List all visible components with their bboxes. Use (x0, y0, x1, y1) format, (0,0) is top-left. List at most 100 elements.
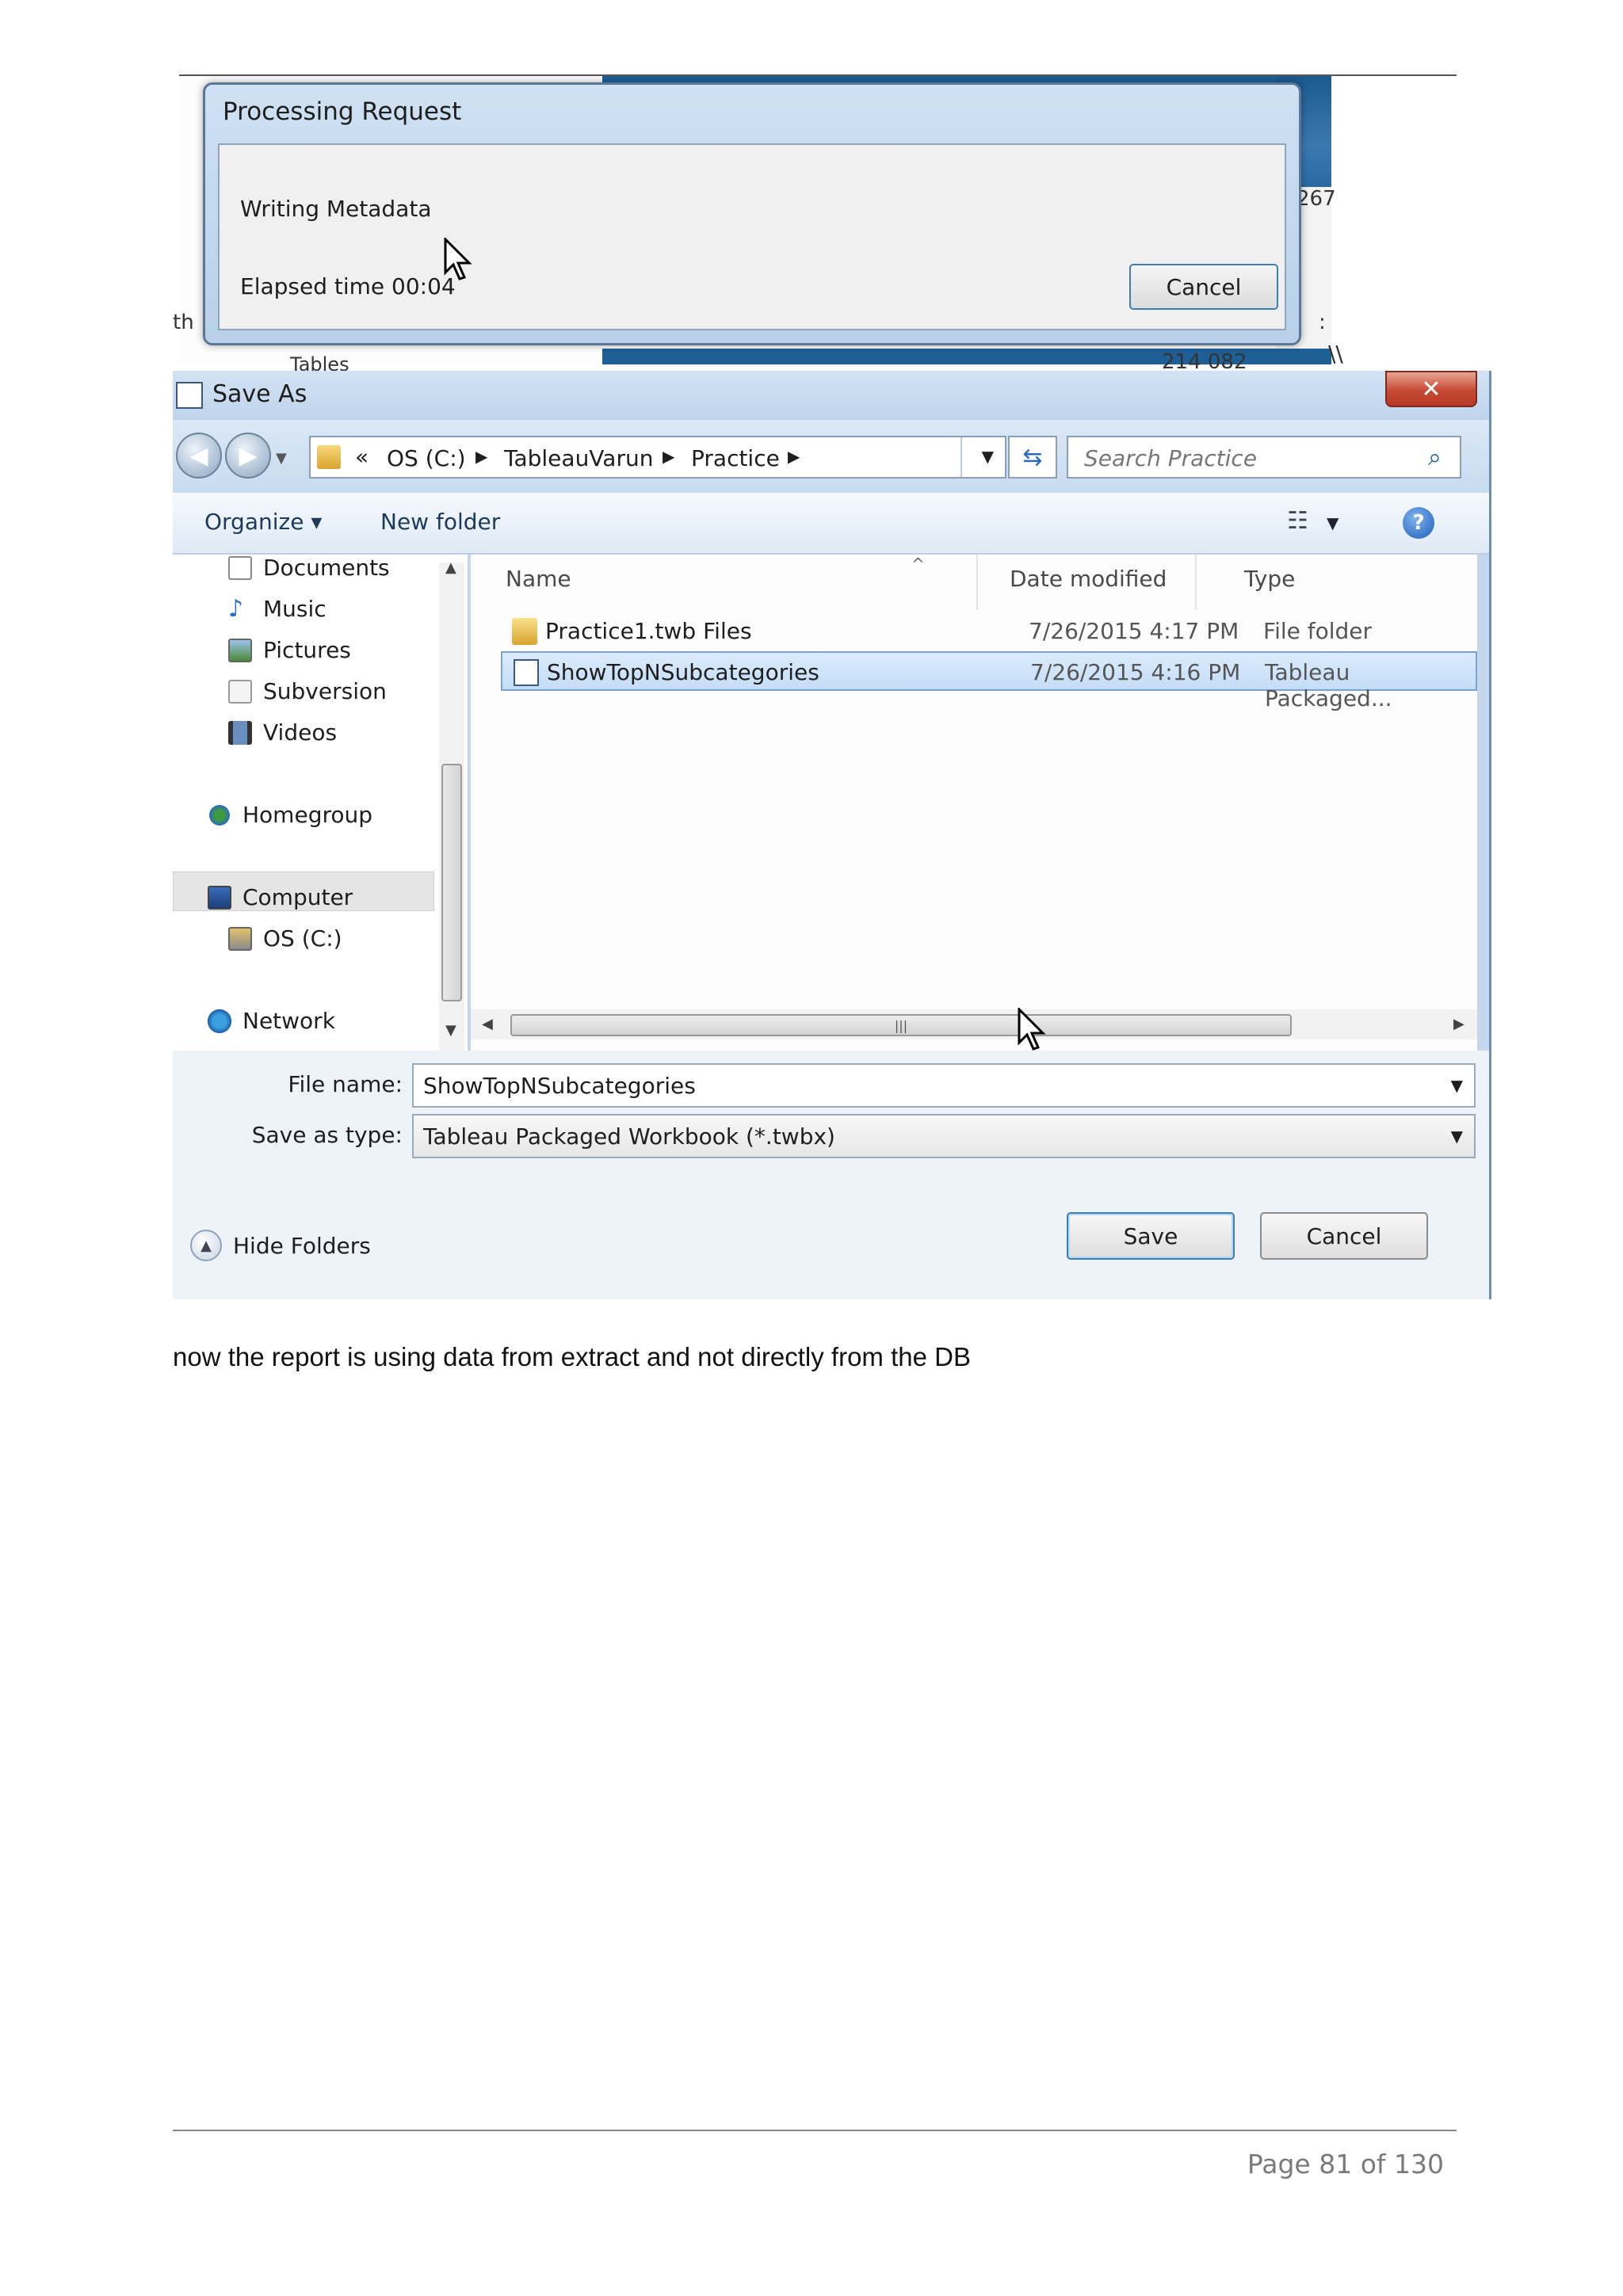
nav-item-videos[interactable]: Videos (228, 719, 337, 746)
save-type-select[interactable]: Tableau Packaged Workbook (*.twbx) ▼ (412, 1114, 1476, 1158)
file-name-input[interactable]: ShowTopNSubcategories ▼ (412, 1063, 1476, 1108)
view-dropdown-icon[interactable]: ▼ (1327, 513, 1338, 532)
column-divider[interactable] (1195, 555, 1197, 610)
nav-item-documents[interactable]: Documents (228, 555, 390, 581)
back-button[interactable]: ◀ (176, 433, 222, 479)
breadcrumb-practice[interactable]: Practice (691, 445, 780, 471)
music-icon: ♪ (228, 594, 244, 623)
cancel-button[interactable]: Cancel (1260, 1212, 1428, 1260)
column-header-name[interactable]: Name (506, 566, 571, 592)
address-bar[interactable]: « OS (C:) ▶ TableauVarun ▶ Practice ▶ ▼ (309, 436, 1006, 479)
chevron-right-icon[interactable]: ▶ (788, 447, 800, 466)
nav-item-subversion[interactable]: Subversion (228, 678, 387, 704)
file-row-selected[interactable]: ShowTopNSubcategories 7/26/2015 4:16 PM … (501, 651, 1477, 711)
page-number: Page 81 of 130 (1247, 2149, 1444, 2180)
forward-button[interactable]: ▶ (225, 433, 271, 479)
mouse-cursor-icon (1018, 1008, 1046, 1051)
subversion-icon (228, 679, 252, 704)
mouse-cursor-icon (444, 238, 472, 280)
save-type-value: Tableau Packaged Workbook (*.twbx) (423, 1123, 835, 1150)
collapse-up-icon: ▲ (190, 1230, 222, 1261)
hide-folders-button[interactable]: ▲ Hide Folders (190, 1230, 371, 1261)
homegroup-icon (208, 803, 231, 827)
dialog-panel: Writing Metadata Elapsed time 00:04 Canc… (218, 143, 1286, 330)
footer-rule (173, 2130, 1457, 2131)
nav-item-label: Music (263, 596, 327, 622)
navigation-pane: Documents ♪ Music Pictures Subversion Vi… (173, 555, 468, 1051)
status-text: Writing Metadata (240, 196, 432, 222)
address-dropdown-icon[interactable]: ▼ (982, 447, 994, 466)
nav-item-computer[interactable]: Computer (208, 884, 353, 910)
horizontal-scrollbar[interactable]: ◀ ||| ▶ (471, 1009, 1477, 1039)
processing-cancel-button[interactable]: Cancel (1129, 264, 1278, 310)
help-icon[interactable]: ? (1403, 507, 1434, 539)
organize-button[interactable]: Organize ▾ (204, 509, 322, 535)
file-date: 7/26/2015 4:17 PM (1029, 618, 1239, 644)
nav-item-label: Pictures (263, 637, 351, 663)
horizontal-scroll-thumb[interactable]: ||| (510, 1014, 1292, 1036)
nav-item-network[interactable]: Network (208, 1008, 335, 1034)
nav-item-pictures[interactable]: Pictures (228, 637, 351, 663)
nav-item-homegroup[interactable]: Homegroup (208, 802, 372, 828)
title-bar: Save As ✕ (173, 371, 1489, 420)
nav-item-label: Documents (263, 555, 390, 581)
navigation-bar: ◀ ▶ ▼ « OS (C:) ▶ TableauVarun ▶ Practic… (173, 420, 1489, 493)
arrow-left-icon: ◀ (189, 441, 208, 470)
nav-item-label: Subversion (263, 678, 387, 704)
tableau-file-icon (514, 659, 539, 686)
column-divider[interactable] (976, 555, 978, 610)
file-name: Practice1.twb Files (545, 618, 752, 644)
breadcrumb-overflow-icon[interactable]: « (355, 444, 369, 470)
save-type-label: Save as type: (251, 1122, 403, 1148)
save-as-dialog: Save As ✕ ◀ ▶ ▼ « OS (C:) ▶ TableauVarun… (173, 371, 1491, 1299)
file-type: Tableau Packaged... (1265, 659, 1392, 711)
file-name-value: ShowTopNSubcategories (423, 1073, 696, 1099)
nav-scroll-thumb[interactable] (441, 764, 462, 1001)
processing-request-dialog: Processing Request Writing Metadata Elap… (203, 82, 1301, 345)
nav-item-music[interactable]: ♪ Music (228, 596, 327, 622)
search-input[interactable]: Search Practice (1067, 436, 1461, 479)
background-slash: \\ (1328, 341, 1343, 367)
sort-ascending-icon: ^ (911, 555, 925, 574)
tableau-app-icon (176, 382, 203, 409)
search-icon[interactable]: ⌕ (1428, 444, 1442, 471)
breadcrumb-tableauvarun[interactable]: TableauVarun (504, 445, 653, 471)
nav-item-label: Videos (263, 719, 338, 746)
file-type: File folder (1263, 618, 1373, 644)
view-options-icon[interactable]: ☷ (1287, 507, 1308, 535)
file-name: ShowTopNSubcategories (547, 659, 819, 685)
new-folder-button[interactable]: New folder (380, 509, 500, 535)
background-number: 267 (1296, 187, 1336, 211)
column-header-type[interactable]: Type (1244, 566, 1295, 592)
hide-folders-label: Hide Folders (233, 1232, 371, 1259)
scroll-up-icon[interactable]: ▲ (445, 559, 456, 576)
refresh-button[interactable]: ⇆ (1008, 436, 1057, 479)
folder-icon (317, 445, 341, 469)
save-type-dropdown-icon[interactable]: ▼ (1451, 1127, 1463, 1146)
chevron-right-icon[interactable]: ▶ (475, 447, 487, 466)
scroll-right-icon[interactable]: ▶ (1453, 1016, 1465, 1032)
command-bar: Organize ▾ New folder ☷ ▼ ? (173, 493, 1489, 555)
nav-item-label: OS (C:) (263, 925, 342, 952)
save-button[interactable]: Save (1067, 1212, 1235, 1260)
save-form: File name: ShowTopNSubcategories ▼ Save … (173, 1051, 1489, 1299)
nav-scrollbar[interactable]: ▲ ▼ (439, 559, 464, 1051)
close-button[interactable]: ✕ (1385, 371, 1477, 407)
scroll-down-icon[interactable]: ▼ (445, 1022, 456, 1039)
column-header-date[interactable]: Date modified (1010, 566, 1167, 592)
videos-icon (228, 720, 252, 745)
file-list-pane: ^ Name Date modified Type Practice1.twb … (471, 555, 1477, 1051)
file-name-dropdown-icon[interactable]: ▼ (1451, 1076, 1463, 1095)
refresh-icon: ⇆ (1022, 443, 1043, 471)
background-text: th (173, 311, 194, 334)
nav-item-os-c[interactable]: OS (C:) (228, 925, 342, 952)
folder-icon (512, 618, 537, 645)
scroll-left-icon[interactable]: ◀ (482, 1016, 493, 1032)
elapsed-time: Elapsed time 00:04 (240, 273, 456, 299)
dialog-title: Processing Request (223, 97, 462, 126)
drive-icon (228, 926, 252, 951)
history-dropdown-icon[interactable]: ▼ (276, 450, 287, 467)
chevron-right-icon[interactable]: ▶ (663, 447, 674, 466)
file-row[interactable]: Practice1.twb Files 7/26/2015 4:17 PM Fi… (501, 612, 1477, 651)
breadcrumb-os-c[interactable]: OS (C:) (387, 445, 466, 471)
